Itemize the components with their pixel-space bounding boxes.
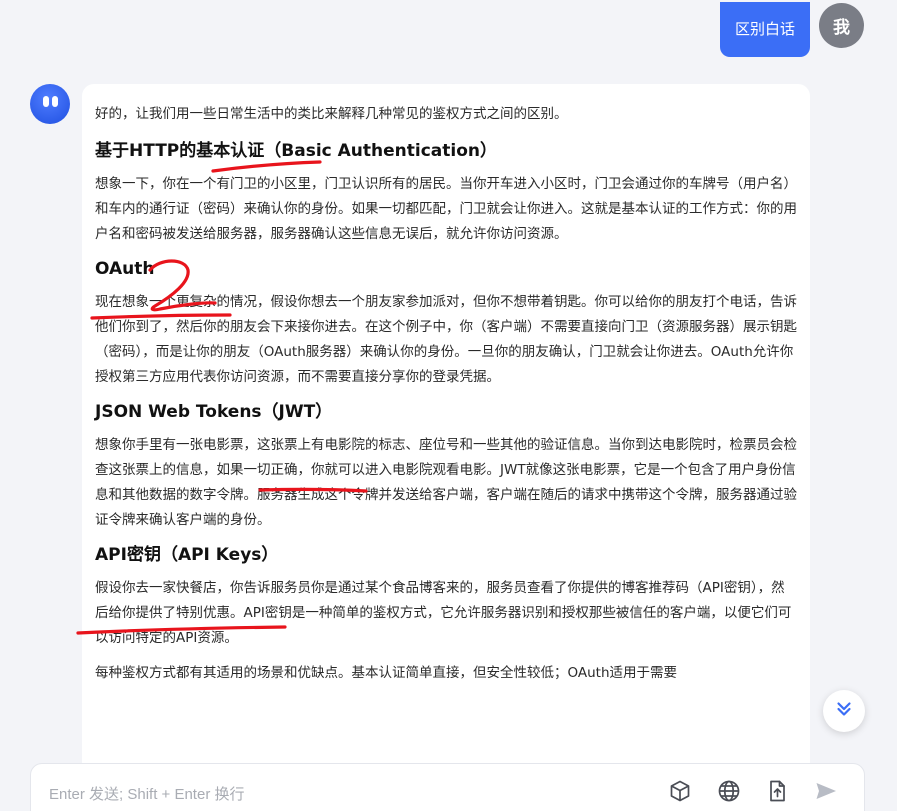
section-body-oauth: 现在想象一个更复杂的情况，假设你想去一个朋友家参加派对，但你不想带着钥匙。你可以… (95, 294, 797, 385)
section-body-basic-auth: 想象一下，你在一个有门卫的小区里，门卫认识所有的居民。当你开车进入小区时，门卫会… (95, 176, 797, 242)
bot-avatar-eye (43, 96, 49, 107)
chevron-double-down-icon (833, 698, 855, 724)
section-title-basic-auth: 基于HTTP的基本认证（Basic Authentication） (95, 141, 497, 161)
bot-avatar-eye (52, 96, 58, 107)
chat-input[interactable] (49, 781, 629, 807)
globe-icon (717, 779, 741, 807)
section-title-oauth: OAuth (95, 259, 155, 279)
answer-intro: 好的，让我们用一些日常生活中的类比来解释几种常见的鉴权方式之间的区别。 (95, 106, 568, 122)
user-message-row: 区别白话 我 (720, 2, 864, 57)
send-icon (814, 779, 838, 807)
file-upload-icon (765, 779, 789, 807)
section-body-jwt: 想象你手里有一张电影票，这张票上有电影院的标志、座位号和一些其他的验证信息。当你… (95, 437, 797, 528)
assistant-answer: 好的，让我们用一些日常生活中的类比来解释几种常见的鉴权方式之间的区别。 基于HT… (82, 84, 810, 774)
model-cube-button[interactable] (667, 780, 693, 806)
user-avatar: 我 (819, 3, 864, 48)
chat-input-bar (30, 763, 865, 811)
section-title-api-keys: API密钥（API Keys） (95, 545, 279, 565)
web-search-button[interactable] (716, 780, 742, 806)
scroll-to-bottom-button[interactable] (823, 690, 865, 732)
user-message-bubble: 区别白话 (720, 2, 810, 57)
cube-icon (668, 779, 692, 807)
section-title-jwt: JSON Web Tokens（JWT） (95, 402, 333, 422)
section-body-api-keys: 假设你去一家快餐店，你告诉服务员你是通过某个食品博客来的，服务员查看了你提供的博… (95, 580, 792, 646)
send-button[interactable] (813, 780, 839, 806)
bot-avatar (30, 84, 70, 124)
upload-file-button[interactable] (764, 780, 790, 806)
answer-summary: 每种鉴权方式都有其适用的场景和优缺点。基本认证简单直接，但安全性较低；OAuth… (95, 665, 678, 681)
